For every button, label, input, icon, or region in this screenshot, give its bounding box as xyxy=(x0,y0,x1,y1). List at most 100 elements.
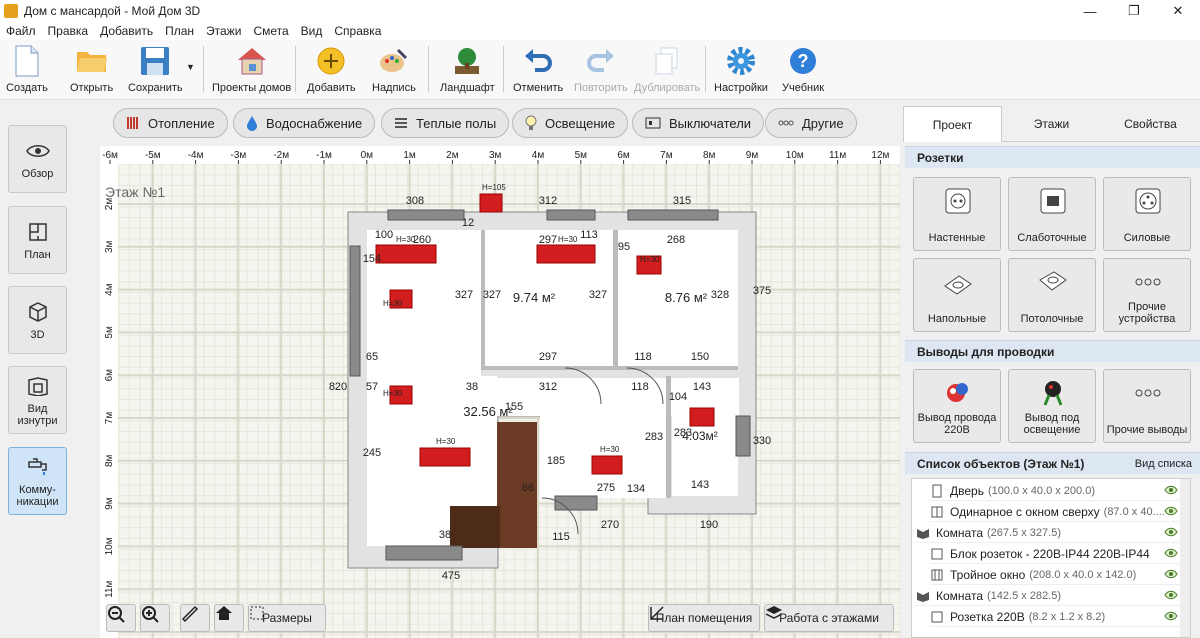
object-name: Блок розеток - 220В-IP44 220В-IP44 xyxy=(950,546,1150,561)
toolbar-separator xyxy=(203,46,204,92)
title-bar: Дом с мансардой - Мой Дом 3D — ❐ ✕ xyxy=(0,0,1200,22)
create-button[interactable]: Создать xyxy=(6,44,48,98)
dimension-label: 327 xyxy=(483,289,501,301)
create-label: Создать xyxy=(6,82,48,94)
projects-button[interactable]: Проекты домов xyxy=(212,44,291,98)
floor-socket-tile[interactable]: Напольные xyxy=(913,258,1001,332)
overview-button[interactable]: Обзор xyxy=(8,125,67,193)
visibility-eye-icon[interactable] xyxy=(1164,505,1178,519)
heating-filter[interactable]: Отопление xyxy=(113,108,228,138)
ruler-button[interactable] xyxy=(180,604,210,632)
floors-work-button[interactable]: Работа с этажами xyxy=(764,604,894,632)
floor-socket-label: Напольные xyxy=(927,313,987,325)
zoom-out-button[interactable] xyxy=(106,604,136,632)
visibility-eye-icon[interactable] xyxy=(1164,568,1178,582)
menu-help[interactable]: Справка xyxy=(328,24,387,38)
menu-edit[interactable]: Правка xyxy=(42,24,95,38)
minimize-button[interactable]: — xyxy=(1068,0,1112,22)
object-dims: (8.2 x 1.2 x 8.2) xyxy=(1028,610,1106,623)
object-name: Тройное окно xyxy=(950,567,1026,582)
undo-icon xyxy=(521,44,555,78)
visibility-eye-icon[interactable] xyxy=(1164,484,1178,498)
ruler-tick-label: 11м xyxy=(104,580,115,597)
other-filter[interactable]: Другие xyxy=(765,108,857,138)
visibility-eye-icon[interactable] xyxy=(1164,610,1178,624)
menu-plan[interactable]: План xyxy=(159,24,200,38)
floor-socket-icon xyxy=(943,267,973,297)
ruler-tick-label: 11м xyxy=(829,150,846,161)
list-item[interactable]: Одинарное с окном сверху (87.0 x 40.... xyxy=(930,502,1182,522)
duplicate-button[interactable]: Дублировать xyxy=(634,44,700,98)
view3d-label: 3D xyxy=(30,329,45,341)
other-outlets-tile[interactable]: Прочие выводы xyxy=(1103,369,1191,443)
socket-block xyxy=(479,193,503,213)
object-dims: (100.0 x 40.0 x 200.0) xyxy=(987,484,1095,497)
visibility-eye-icon[interactable] xyxy=(1164,547,1178,561)
open-button[interactable]: Открыть xyxy=(70,44,113,98)
object-dims: (142.5 x 282.5) xyxy=(987,589,1061,602)
save-dropdown-icon[interactable]: ▼ xyxy=(186,62,195,72)
settings-button[interactable]: Настройки xyxy=(714,44,768,98)
room-plan-icon xyxy=(650,606,664,620)
wire-220v-tile[interactable]: Вывод провода 220В xyxy=(913,369,1001,443)
list-item[interactable]: Блок розеток - 220В-IP44 220В-IP44 xyxy=(930,544,1182,564)
maximize-button[interactable]: ❐ xyxy=(1112,0,1156,22)
room-icon xyxy=(916,526,930,540)
list-view-button[interactable]: Вид списка xyxy=(1135,458,1192,470)
dimensions-icon xyxy=(250,606,264,620)
power-socket-tile[interactable]: Силовые xyxy=(1103,177,1191,251)
other-devices-tile[interactable]: Прочие устройства xyxy=(1103,258,1191,332)
home-button[interactable] xyxy=(214,604,244,632)
window xyxy=(349,245,361,377)
inside-view-button[interactable]: Вид изнутри xyxy=(8,366,67,434)
menu-view[interactable]: Вид xyxy=(295,24,329,38)
save-button[interactable]: Сохранить xyxy=(128,44,183,98)
plan-button[interactable]: План xyxy=(8,206,67,274)
menu-floors[interactable]: Этажи xyxy=(200,24,247,38)
ceiling-socket-tile[interactable]: Потолочные xyxy=(1008,258,1096,332)
tab-properties[interactable]: Свойства xyxy=(1101,106,1200,142)
view3d-button[interactable]: 3D xyxy=(8,286,67,354)
add-button[interactable]: Добавить xyxy=(307,44,356,98)
list-item[interactable]: Дверь (100.0 x 40.0 x 200.0) xyxy=(930,481,1182,501)
communications-button[interactable]: Комму-никации xyxy=(8,447,67,515)
right-tabs: Проект Этажи Свойства xyxy=(903,106,1200,142)
list-scrollbar[interactable] xyxy=(1180,479,1190,637)
tutorial-button[interactable]: ? Учебник xyxy=(782,44,824,98)
menu-estimate[interactable]: Смета xyxy=(247,24,294,38)
tree-icon xyxy=(450,44,484,78)
zoom-in-button[interactable] xyxy=(140,604,170,632)
more-icon xyxy=(778,120,794,126)
floor-plan-canvas[interactable]: -6м -5м -4м -3м -2м -1м 0м 1м 2м 3м 4м 5м 6м 7м 8м 9м 10… xyxy=(100,146,900,638)
wall-socket-label: Настенные xyxy=(928,232,986,244)
left-sidebar: Обзор План 3D Вид изнутри Комму-никации xyxy=(0,100,100,638)
tab-project[interactable]: Проект xyxy=(903,106,1002,142)
menu-file[interactable]: Файл xyxy=(0,24,42,38)
tab-floors[interactable]: Этажи xyxy=(1002,106,1101,142)
dimensions-button[interactable]: Размеры xyxy=(248,604,326,632)
water-filter[interactable]: Водоснабжение xyxy=(233,108,376,138)
list-item[interactable]: Тройное окно (208.0 x 40.0 x 142.0) xyxy=(930,565,1182,585)
switches-filter[interactable]: Выключатели xyxy=(632,108,765,138)
room-plan-button[interactable]: План помещения xyxy=(648,604,760,632)
label-button[interactable]: Надпись xyxy=(372,44,416,98)
light-outlet-tile[interactable]: Вывод под освещение xyxy=(1008,369,1096,443)
undo-button[interactable]: Отменить xyxy=(513,44,563,98)
toolbar: Создать Открыть Сохранить ▼ Проекты домо… xyxy=(0,40,1200,100)
redo-button[interactable]: Повторить xyxy=(574,44,628,98)
close-button[interactable]: ✕ xyxy=(1156,0,1200,22)
menu-add[interactable]: Добавить xyxy=(94,24,159,38)
low-voltage-socket-tile[interactable]: Слаботочные xyxy=(1008,177,1096,251)
floor-plan-svg[interactable]: -6м -5м -4м -3м -2м -1м 0м 1м 2м 3м 4м 5м 6м 7м 8м 9м 10… xyxy=(100,146,900,638)
lighting-filter[interactable]: Освещение xyxy=(512,108,629,138)
visibility-eye-icon[interactable] xyxy=(1164,589,1178,603)
tutorial-label: Учебник xyxy=(782,82,825,94)
object-dims: (87.0 x 40.... xyxy=(1103,505,1165,518)
warm-floors-filter[interactable]: Теплые полы xyxy=(381,108,510,138)
landscape-button[interactable]: Ландшафт xyxy=(440,44,495,98)
visibility-eye-icon[interactable] xyxy=(1164,526,1178,540)
wall-socket-tile[interactable]: Настенные xyxy=(913,177,1001,251)
list-item[interactable]: Комната (142.5 x 282.5) xyxy=(916,586,1182,606)
list-item[interactable]: Розетка 220В (8.2 x 1.2 x 8.2) xyxy=(930,607,1182,627)
list-item[interactable]: Комната (267.5 x 327.5) xyxy=(916,523,1182,543)
